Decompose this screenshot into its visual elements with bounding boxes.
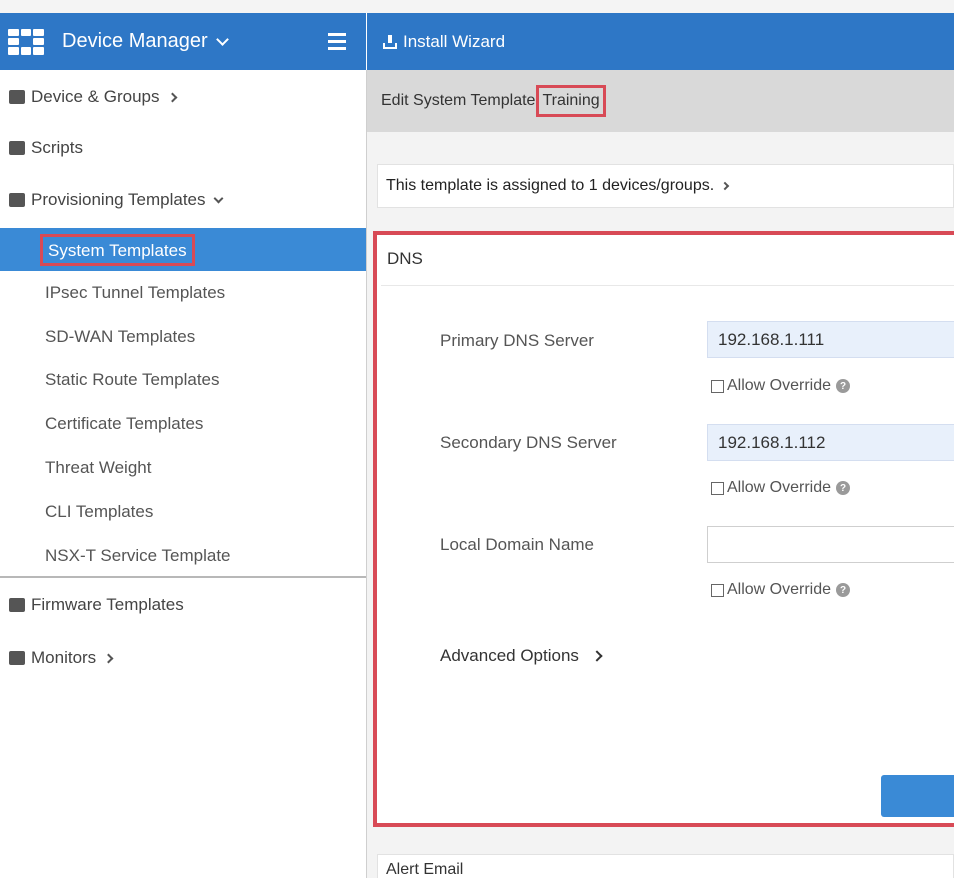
top-strip [0,0,954,13]
sidebar-item-label: System Templates [40,234,195,266]
sidebar: Device & Groups Scripts Provisioning Tem… [0,70,367,878]
primary-allow-override[interactable]: Allow Override ? [711,377,851,395]
scripts-icon [9,141,25,155]
menu-icon[interactable] [328,33,346,50]
sidebar-item-label: Provisioning Templates [31,190,206,209]
edit-title-prefix: Edit System Template [381,92,536,109]
sidebar-item-label: Firmware Templates [31,595,184,614]
sidebar-item-certificate-templates[interactable]: Certificate Templates [45,414,203,434]
allow-override-label: Allow Override [727,479,832,496]
sidebar-item-firmware-templates[interactable]: Firmware Templates [0,592,366,618]
chevron-down-icon [213,193,223,203]
local-domain-label: Local Domain Name [440,535,595,554]
chevron-down-icon[interactable] [215,33,229,46]
chevron-right-icon [720,181,730,191]
secondary-allow-override[interactable]: Allow Override ? [711,479,851,497]
sidebar-item-label: Device & Groups [31,87,160,106]
divider [381,285,954,286]
apply-button[interactable] [881,775,954,817]
sidebar-item-scripts[interactable]: Scripts [0,135,366,161]
assigned-devices-link[interactable]: This template is assigned to 1 devices/g… [377,164,954,208]
sidebar-header: Device Manager [0,13,366,70]
allow-override-checkbox[interactable] [711,583,724,597]
chevron-right-icon [167,92,177,102]
advanced-options-label: Advanced Options [440,646,579,665]
assigned-text: This template is assigned to 1 devices/g… [386,177,715,194]
main-header: Install Wizard [367,13,954,70]
sidebar-item-static-route-templates[interactable]: Static Route Templates [45,370,220,390]
sidebar-item-device-groups[interactable]: Device & Groups [0,84,366,110]
sidebar-item-ipsec-tunnel-templates[interactable]: IPsec Tunnel Templates [45,283,225,303]
install-icon [383,34,397,49]
alert-email-label: Alert Email [386,861,464,878]
help-icon[interactable]: ? [836,583,851,597]
sidebar-divider [0,576,366,578]
dns-title: DNS [387,249,423,268]
monitor-icon [9,651,25,665]
sidebar-item-provisioning-templates[interactable]: Provisioning Templates [0,187,366,213]
sidebar-item-threat-weight[interactable]: Threat Weight [45,458,151,478]
help-icon[interactable]: ? [836,481,851,495]
install-wizard-button[interactable]: Install Wizard [403,32,505,52]
sidebar-item-sd-wan-templates[interactable]: SD-WAN Templates [45,327,195,347]
sidebar-item-nsx-t-service-template[interactable]: NSX-T Service Template [45,546,231,566]
template-name: Training [536,85,606,117]
domain-allow-override[interactable]: Allow Override ? [711,581,851,599]
secondary-dns-input[interactable]: 192.168.1.112 [707,424,954,461]
sidebar-item-monitors[interactable]: Monitors [0,645,366,671]
provisioning-icon [9,193,25,207]
device-groups-icon [9,90,25,104]
sidebar-item-label: Scripts [31,138,83,157]
dns-panel: DNS Primary DNS Server 192.168.1.111 All… [373,231,954,827]
app-title[interactable]: Device Manager [62,30,208,53]
chevron-right-icon [103,653,114,663]
page-title: Edit System Template Training [367,70,954,132]
allow-override-label: Allow Override [727,581,832,598]
sidebar-item-cli-templates[interactable]: CLI Templates [45,502,153,522]
local-domain-input[interactable] [707,526,954,563]
advanced-options-toggle[interactable]: Advanced Options [440,646,603,666]
allow-override-label: Allow Override [727,377,832,394]
primary-dns-input[interactable]: 192.168.1.111 [707,321,954,358]
chevron-right-icon [591,650,603,662]
sidebar-item-label: Monitors [31,648,97,667]
primary-dns-label: Primary DNS Server [440,331,594,350]
firmware-icon [9,598,25,612]
help-icon[interactable]: ? [836,379,851,393]
alert-email-section[interactable]: Alert Email [377,854,954,878]
allow-override-checkbox[interactable] [711,481,724,495]
main-content: Edit System Template Training This templ… [367,70,954,878]
secondary-dns-label: Secondary DNS Server [440,433,617,452]
app-grid-icon[interactable] [8,28,44,55]
allow-override-checkbox[interactable] [711,379,724,393]
